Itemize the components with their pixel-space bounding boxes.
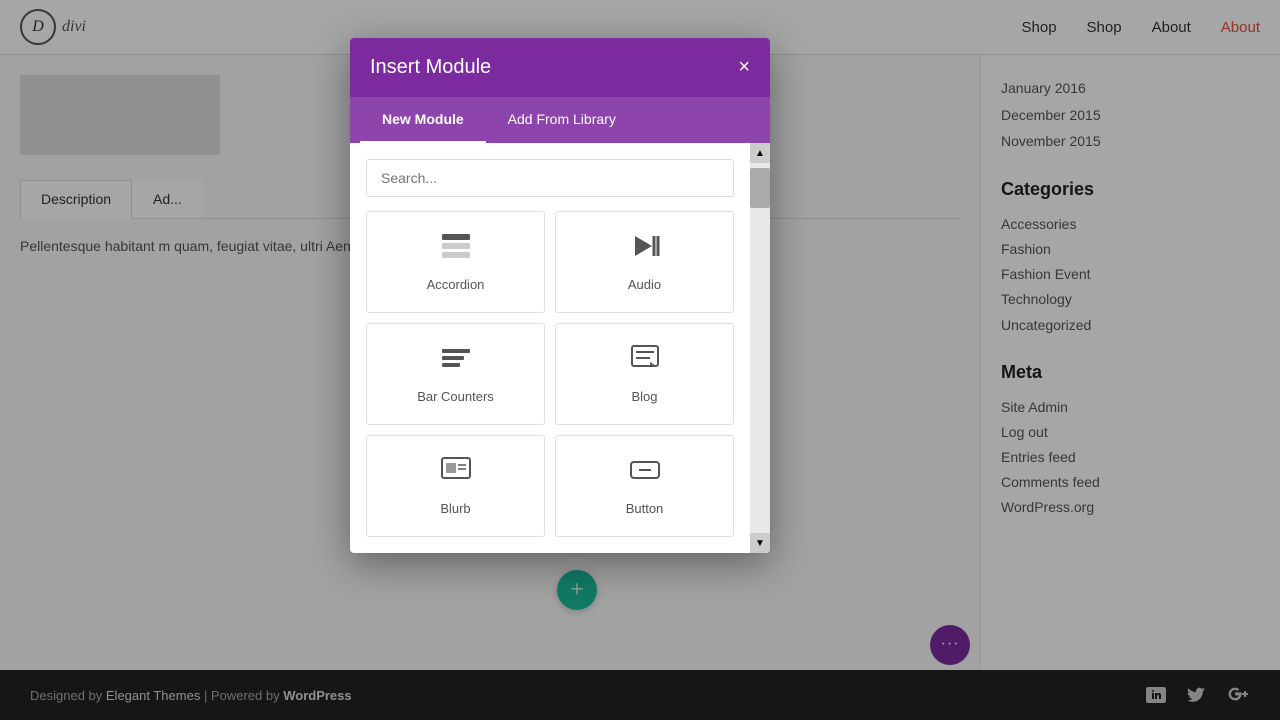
module-search-input[interactable] <box>366 159 734 197</box>
button-icon <box>629 456 661 491</box>
insert-module-modal: Insert Module × New Module Add From Libr… <box>350 38 770 553</box>
tab-new-module[interactable]: New Module <box>360 97 486 143</box>
accordion-label: Accordion <box>427 277 485 292</box>
modal-body: Accordion Audio <box>350 143 750 553</box>
blog-icon <box>630 344 660 379</box>
blurb-label: Blurb <box>440 501 470 516</box>
modal-close-button[interactable]: × <box>738 56 750 79</box>
bar-counters-label: Bar Counters <box>417 389 494 404</box>
audio-label: Audio <box>628 277 661 292</box>
scrollbar-track <box>750 163 770 533</box>
modal-header: Insert Module × <box>350 38 770 97</box>
modal-tabs: New Module Add From Library <box>350 97 770 143</box>
bar-counters-icon <box>440 344 472 379</box>
tab-add-from-library[interactable]: Add From Library <box>486 97 638 143</box>
module-blurb[interactable]: Blurb <box>366 435 545 537</box>
modal-scroll-area: ▲ ▼ Accordion <box>350 143 770 553</box>
module-blog[interactable]: Blog <box>555 323 734 425</box>
modal-title: Insert Module <box>370 56 491 79</box>
audio-icon <box>630 232 660 267</box>
module-bar-counters[interactable]: Bar Counters <box>366 323 545 425</box>
accordion-icon <box>440 232 472 267</box>
scroll-down-arrow[interactable]: ▼ <box>750 533 770 553</box>
blog-label: Blog <box>631 389 657 404</box>
module-accordion[interactable]: Accordion <box>366 211 545 313</box>
scrollbar-thumb[interactable] <box>750 168 770 208</box>
module-button[interactable]: Button <box>555 435 734 537</box>
blurb-icon <box>440 456 472 491</box>
button-label: Button <box>626 501 664 516</box>
module-audio[interactable]: Audio <box>555 211 734 313</box>
module-grid: Accordion Audio <box>366 211 734 537</box>
scroll-up-arrow[interactable]: ▲ <box>750 143 770 163</box>
